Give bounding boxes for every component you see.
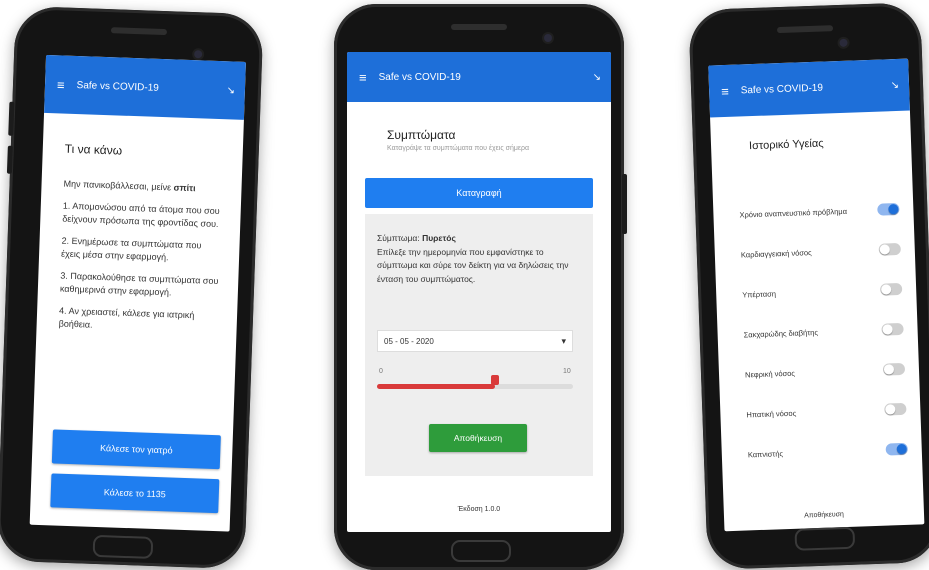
menu-icon[interactable]: ≡: [721, 83, 729, 98]
condition-toggle[interactable]: [879, 282, 903, 296]
phone-home-button: [92, 534, 154, 559]
call-hotline-button[interactable]: Κάλεσε το 1135: [50, 473, 220, 514]
instructions: Μην πανικοβάλλεσαι, μείνε σπίτι 1. Απομο…: [58, 178, 224, 345]
condition-toggle[interactable]: [878, 242, 901, 256]
phone-camera: [194, 50, 203, 59]
health-history-row[interactable]: Νεφρική νόσος: [745, 359, 906, 385]
app-bar: ≡ Safe vs COVID-19 ↘: [44, 54, 246, 120]
phone-earpiece: [776, 25, 834, 34]
phone-screen: ≡ Safe vs COVID-19 ↘ Συμπτώματα Καταγράψ…: [347, 52, 611, 532]
menu-icon[interactable]: ≡: [359, 70, 367, 85]
date-picker[interactable]: 05 - 05 - 2020 ▾: [377, 330, 573, 352]
app-title: Safe vs COVID-19: [76, 79, 160, 94]
phone-screen: ≡ Safe vs COVID-19 ↘ Ιστορικό Υγείας Χρό…: [708, 58, 925, 532]
app-bar: ≡ Safe vs COVID-19 ↘: [347, 52, 611, 102]
page-title: Τι να κάνω: [64, 141, 123, 158]
menu-icon[interactable]: ≡: [57, 77, 65, 92]
health-history-row[interactable]: Υπέρταση: [742, 279, 903, 305]
intro-bold: σπίτι: [173, 182, 196, 194]
condition-toggle[interactable]: [877, 202, 900, 216]
toggle-knob: [882, 324, 893, 335]
severity-slider[interactable]: [377, 375, 573, 389]
symptom-name: Πυρετός: [422, 233, 456, 243]
toggle-knob: [885, 404, 896, 415]
toggle-knob: [888, 204, 899, 215]
condition-toggle[interactable]: [884, 402, 907, 416]
condition-label: Χρόνιο αναπνευστικό πρόβλημα: [739, 206, 848, 220]
symptom-prefix: Σύμπτωμα:: [377, 233, 423, 243]
date-value: 05 - 05 - 2020: [384, 336, 434, 346]
phone-power-button: [622, 174, 627, 234]
share-icon[interactable]: ↘: [593, 72, 601, 83]
phone-home-button: [451, 540, 511, 562]
app-title: Safe vs COVID-19: [378, 71, 461, 83]
app-bar: ≡ Safe vs COVID-19 ↘: [708, 58, 910, 118]
health-history-row[interactable]: Χρόνιο αναπνευστικό πρόβλημα: [739, 199, 900, 225]
page-subtitle: Καταγράψε τα συμπτώματα που έχεις σήμερα: [387, 145, 530, 152]
health-history-row[interactable]: Ηπατική νόσος: [746, 399, 907, 425]
condition-label: Υπέρταση: [742, 288, 777, 300]
app-title: Safe vs COVID-19: [740, 82, 824, 96]
symptom-instructions: Επίλεξε την ημερομηνία που εμφανίστηκε τ…: [377, 246, 569, 284]
version-footer: Έκδοση 1.0.0: [457, 506, 501, 513]
toggle-knob: [879, 244, 890, 255]
condition-label: Καρδιαγγειακή νόσος: [740, 247, 812, 260]
phone-earpiece: [451, 24, 507, 30]
step-4: 4. Αν χρειαστεί, κάλεσε για ιατρική βοήθ…: [58, 305, 195, 330]
intro-prefix: Μην πανικοβάλλεσαι, μείνε: [63, 178, 174, 193]
phone-mockup-left: ≡ Safe vs COVID-19 ↘ Τι να κάνω Μην πανι…: [0, 5, 264, 570]
toggle-knob: [896, 443, 907, 455]
phone-earpiece: [110, 27, 168, 36]
slider-min-label: 0: [379, 368, 383, 375]
phone-mockup-right: ≡ Safe vs COVID-19 ↘ Ιστορικό Υγείας Χρό…: [688, 2, 929, 570]
save-button[interactable]: Αποθήκευση: [429, 424, 527, 452]
share-icon[interactable]: ↘: [890, 79, 899, 90]
phone-home-button: [794, 526, 856, 551]
call-doctor-button[interactable]: Κάλεσε τον γιατρό: [51, 429, 221, 470]
phone-volume-button: [6, 145, 13, 174]
toggle-knob: [880, 284, 892, 295]
page-title: Συμπτώματα: [387, 128, 456, 142]
condition-toggle[interactable]: [882, 362, 906, 376]
calendar-icon[interactable]: ▾: [561, 336, 566, 347]
symptom-panel: Σύμπτωμα: Πυρετός Επίλεξε την ημερομηνία…: [365, 214, 593, 476]
slider-fill: [377, 384, 495, 389]
condition-label: Ηπατική νόσος: [746, 408, 797, 419]
slider-thumb[interactable]: [490, 375, 499, 385]
share-icon[interactable]: ↘: [226, 85, 235, 96]
intro-text: Μην πανικοβάλλεσαι, μείνε σπίτι: [63, 178, 223, 197]
page-title: Ιστορικό Υγείας: [748, 137, 824, 153]
health-history-row[interactable]: Καπνιστής: [747, 439, 908, 465]
save-footer-link[interactable]: Αποθήκευση: [724, 508, 924, 522]
condition-toggle[interactable]: [881, 322, 904, 336]
phone-camera: [544, 34, 552, 42]
health-history-row[interactable]: Σακχαρώδης διαβήτης: [743, 319, 904, 345]
condition-label: Νεφρική νόσος: [744, 368, 796, 379]
condition-label: Σακχαρώδης διαβήτης: [743, 327, 819, 339]
slider-max-label: 10: [563, 368, 571, 375]
step-2: 2. Ενημέρωσε τα συμπτώματα που έχεις μέσ…: [60, 235, 202, 263]
step-3: 3. Παρακολούθησε τα συμπτώματα σου καθημ…: [59, 270, 219, 298]
health-history-row[interactable]: Καρδιαγγειακή νόσος: [741, 239, 902, 265]
step-1: 1. Απομονώσου από τα άτομα που σου δείχν…: [62, 200, 220, 230]
toggle-knob: [883, 364, 895, 375]
condition-label: Καπνιστής: [747, 448, 784, 459]
symptom-description: Σύμπτωμα: Πυρετός Επίλεξε την ημερομηνία…: [377, 232, 577, 286]
phone-mockup-center: ≡ Safe vs COVID-19 ↘ Συμπτώματα Καταγράψ…: [334, 4, 627, 570]
phone-camera: [839, 38, 848, 47]
phone-volume-button: [8, 101, 15, 136]
record-button[interactable]: Καταγραφή: [365, 178, 593, 208]
phone-screen: ≡ Safe vs COVID-19 ↘ Τι να κάνω Μην πανι…: [29, 54, 246, 532]
condition-toggle[interactable]: [885, 442, 908, 456]
